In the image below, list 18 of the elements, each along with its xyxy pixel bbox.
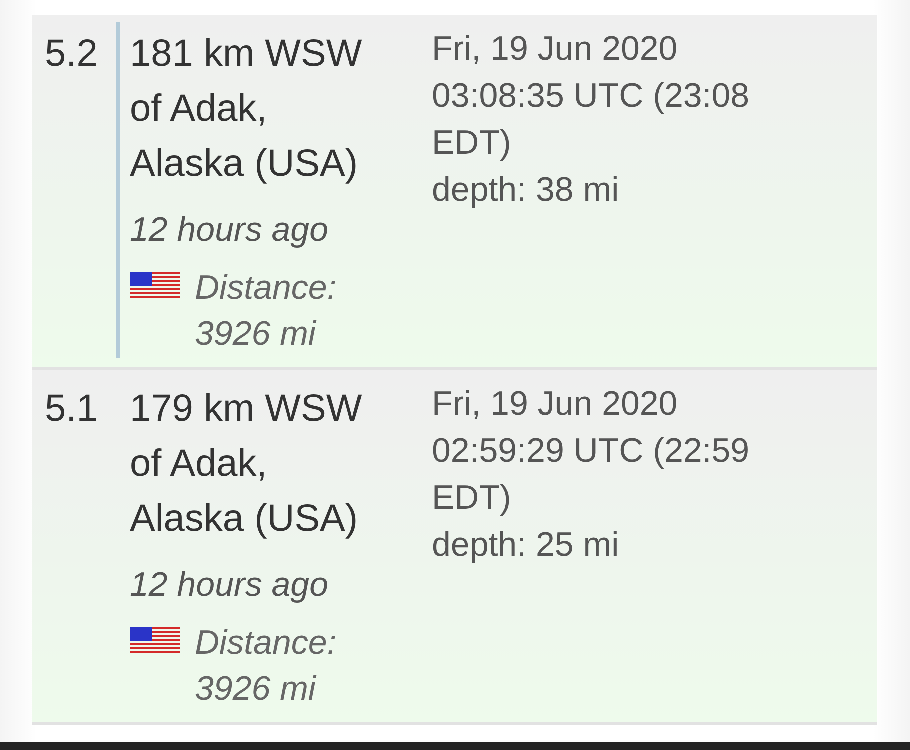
distance-text: Distance: 3926 mi (195, 268, 338, 355)
time-ago: 12 hours ago (130, 210, 330, 251)
time-text: 02:59:29 UTC (22:59 EDT) (432, 431, 751, 519)
distance-text: Distance: 3926 mi (195, 623, 338, 710)
magnitude: 5.2 (45, 32, 99, 77)
depth-text: depth: 38 mi (432, 170, 620, 211)
date-text: Fri, 19 Jun 2020 (432, 29, 679, 70)
time-ago: 12 hours ago (130, 565, 330, 606)
time-text: 03:08:35 UTC (23:08 EDT) (432, 76, 751, 164)
earthquake-card[interactable]: 5.2 181 km WSW of Adak, Alaska (USA) 12 hours ago Distance: 3926 mi Fri, 19 Jun 2020 03:08:35 UTC (23:08 EDT) depth: 38 mi (32, 15, 877, 370)
date-text: Fri, 19 Jun 2020 (432, 384, 679, 425)
location-text: 179 km WSW of Adak, Alaska (USA) (130, 387, 364, 542)
depth-text: depth: 25 mi (432, 525, 620, 566)
flag-icon (130, 272, 180, 299)
earthquake-card[interactable]: 5.1 179 km WSW of Adak, Alaska (USA) 12 hours ago Distance: 3926 mi Fri, 19 Jun 2020 02:59:29 UTC (22:59 EDT) depth: 25 mi (32, 370, 877, 725)
flag-icon (130, 627, 180, 654)
location-text: 181 km WSW of Adak, Alaska (USA) (130, 32, 364, 187)
magnitude: 5.1 (45, 387, 99, 432)
